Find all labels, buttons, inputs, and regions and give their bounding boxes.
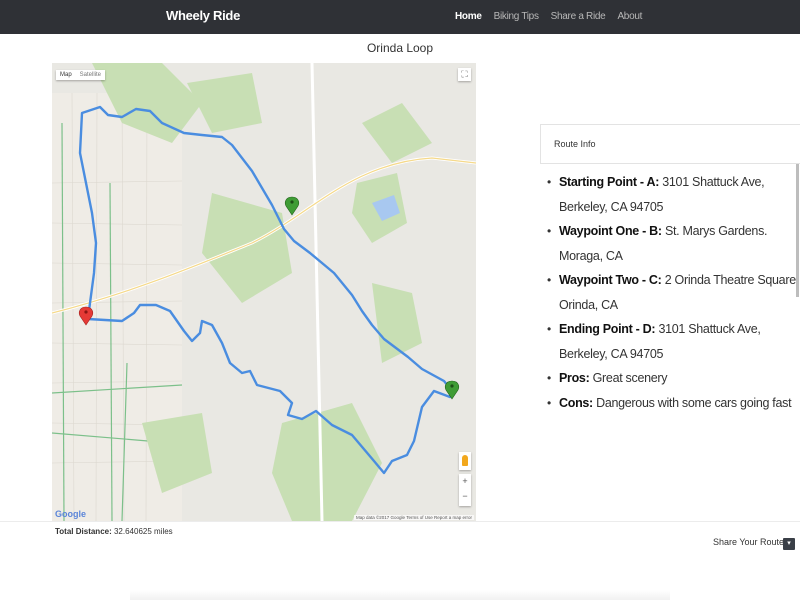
total-distance-label: Total Distance:	[55, 527, 112, 536]
list-item: Starting Point - A: 3101 Shattuck Ave, B…	[547, 170, 800, 219]
route-info-panel: Route Info	[540, 124, 800, 164]
marker-b-icon[interactable]	[284, 196, 300, 216]
google-logo: Google	[55, 509, 86, 519]
list-item: Waypoint Two - C: 2 Orinda Theatre Squar…	[547, 268, 800, 317]
bottom-shadow	[130, 590, 670, 600]
list-item: Waypoint One - B: St. Marys Gardens. Mor…	[547, 219, 800, 268]
list-item: Cons: Dangerous with some cars going fas…	[547, 391, 800, 416]
total-distance-value: 32.640625 miles	[111, 527, 173, 536]
list-item-label: Cons:	[559, 395, 593, 410]
map-canvas	[52, 63, 476, 521]
map-type-map[interactable]: Map	[56, 70, 76, 80]
nav-links: Home Biking Tips Share a Ride About	[455, 11, 654, 22]
scrollbar[interactable]	[796, 164, 799, 297]
navbar: Wheely Ride Home Biking Tips Share a Rid…	[0, 0, 800, 34]
nav-share-a-ride[interactable]: Share a Ride	[551, 11, 606, 22]
list-item: Pros: Great scenery	[547, 366, 800, 391]
route-info-list: Starting Point - A: 3101 Shattuck Ave, B…	[547, 170, 800, 415]
page-title: Orinda Loop	[366, 41, 434, 55]
nav-about[interactable]: About	[617, 11, 642, 22]
pegman-icon[interactable]	[459, 452, 471, 470]
list-item-text: Dangerous with some cars going fast	[592, 395, 792, 410]
list-item: Ending Point - D: 3101 Shattuck Ave, Ber…	[547, 317, 800, 366]
list-item-label: Starting Point - A:	[559, 175, 660, 189]
zoom-in-button[interactable]: +	[459, 474, 471, 489]
list-item-label: Ending Point - D:	[559, 322, 656, 336]
map-type-toggle: Map Satellite	[56, 70, 106, 80]
list-item-label: Waypoint Two - C:	[559, 273, 662, 287]
nav-biking-tips[interactable]: Biking Tips	[494, 11, 539, 22]
zoom-control: + −	[459, 474, 471, 506]
map-attribution[interactable]: Map data ©2017 Google Terms of Use Repor…	[353, 515, 474, 520]
share-icon[interactable]: ▾	[783, 538, 795, 550]
divider	[0, 521, 800, 522]
total-distance: Total Distance: 32.640625 miles	[55, 527, 173, 536]
list-item-label: Waypoint One - B:	[559, 224, 662, 238]
route-map[interactable]: Map Satellite ⛶ + − Google Map data ©201…	[52, 63, 476, 521]
nav-home[interactable]: Home	[455, 11, 482, 22]
map-type-satellite[interactable]: Satellite	[76, 70, 105, 80]
zoom-out-button[interactable]: −	[459, 489, 471, 504]
brand-logo[interactable]: Wheely Ride	[166, 8, 240, 23]
share-route-label[interactable]: Share Your Route	[713, 537, 784, 547]
list-item-text: Great scenery	[589, 371, 668, 385]
fullscreen-icon[interactable]: ⛶	[458, 68, 471, 81]
list-item-label: Pros:	[559, 371, 590, 385]
route-info-title: Route Info	[554, 139, 596, 149]
